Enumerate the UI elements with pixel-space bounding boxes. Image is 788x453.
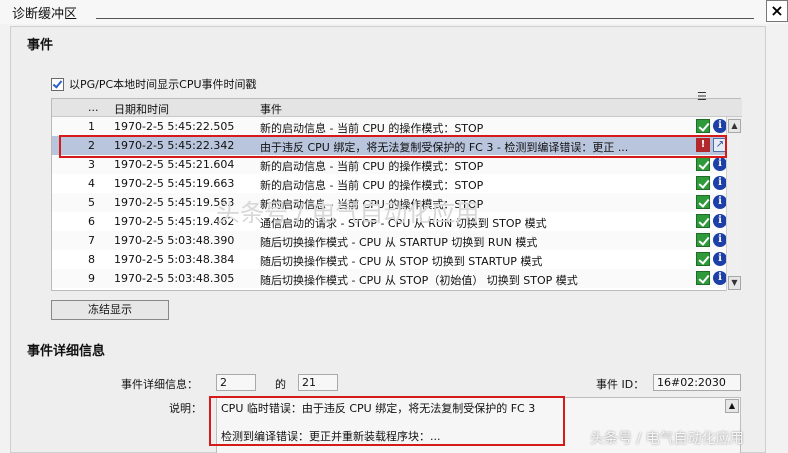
detail-index-label: 事件详细信息： [121,378,198,391]
show-local-time-label: 以PG/PC本地时间显示CPU事件时间戳 [69,78,257,91]
row-status-icons: i [696,119,727,133]
row-index: 9 [88,272,95,285]
row-event: 新的启动信息 - 当前 CPU 的操作模式：STOP [260,179,484,192]
column-header-datetime[interactable]: 日期和时间 [114,101,169,117]
row-status-icons: i [696,271,727,285]
row-status-icons: i [696,214,727,228]
of-label: 的 [275,378,286,391]
event-id-label: 事件 ID： [596,378,645,391]
description-label: 说明： [169,402,202,415]
row-datetime: 1970-2-5 5:45:21.604 [114,158,235,171]
row-event: 新的启动信息 - 当前 CPU 的操作模式：STOP [260,160,484,173]
ok-icon [696,252,710,266]
info-icon[interactable]: i [713,176,727,190]
scroll-up-button[interactable]: ▲ [728,119,741,133]
row-index: 5 [88,196,95,209]
freeze-display-button[interactable]: 冻结显示 [51,300,169,320]
table-row[interactable]: 9 1970-2-5 5:03:48.305 随后切换操作模式 - CPU 从 ST… [52,269,727,288]
column-header-index[interactable]: ... [88,101,99,114]
ok-icon [696,233,710,247]
row-datetime: 1970-2-5 5:45:22.505 [114,120,235,133]
table-row[interactable]: 7 1970-2-5 5:03:48.390 随后切换操作模式 - CPU 从 ST… [52,231,727,250]
row-event: 随后切换操作模式 - CPU 从 STOP（初始值） 切换到 STOP 模式 [260,274,578,287]
row-event: 随后切换操作模式 - CPU 从 STOP 切换到 STARTUP 模式 [260,255,543,268]
row-datetime: 1970-2-5 5:45:19.663 [114,177,235,190]
row-event: 随后切换操作模式 - CPU 从 STARTUP 切换到 RUN 模式 [260,236,538,249]
ok-icon [696,157,710,171]
details-section-title: 事件详细信息 [27,344,106,359]
description-scroll-up-button[interactable]: ▲ [725,399,739,413]
row-status-icons: i [696,252,727,266]
info-icon[interactable]: i [713,195,727,209]
row-index: 4 [88,177,95,190]
ok-icon [696,195,710,209]
info-icon[interactable]: i [713,233,727,247]
row-index: 1 [88,120,95,133]
table-row[interactable]: 4 1970-2-5 5:45:19.663 新的启动信息 - 当前 CPU 的操作… [52,174,727,193]
table-row[interactable]: 1 1970-2-5 5:45:22.505 新的启动信息 - 当前 CPU 的操作… [52,117,727,136]
title-divider [96,18,754,19]
description-highlight [209,396,565,446]
row-datetime: 1970-2-5 5:03:48.390 [114,234,235,247]
table-row[interactable]: 8 1970-2-5 5:03:48.384 随后切换操作模式 - CPU 从 ST… [52,250,727,269]
ok-icon [696,214,710,228]
row-index: 6 [88,215,95,228]
row-index: 7 [88,234,95,247]
ok-icon [696,119,710,133]
watermark-corner: 头条号 / 电气自动化应用 [590,431,744,447]
detail-total-field: 21 [298,374,338,391]
title-bar: 诊断缓冲区 [0,0,788,24]
show-local-time-option[interactable]: 以PG/PC本地时间显示CPU事件时间戳 [51,76,257,92]
window-title: 诊断缓冲区 [12,7,78,22]
diagnostic-buffer-panel: 事件 以PG/PC本地时间显示CPU事件时间戳 ... 日期和时间 事件 1 19… [10,26,766,453]
checkmark-icon [52,77,63,89]
info-icon[interactable]: i [713,157,727,171]
row-status-icons: i [696,157,727,171]
info-icon[interactable]: i [713,252,727,266]
info-icon[interactable]: i [713,214,727,228]
show-local-time-checkbox[interactable] [51,77,64,91]
row-index: 3 [88,158,95,171]
row-datetime: 1970-2-5 5:03:48.305 [114,272,235,285]
ok-icon [696,176,710,190]
events-section-title: 事件 [27,38,54,53]
info-icon[interactable]: i [713,119,727,133]
row-status-icons: i [696,233,727,247]
row-status-icons: i [696,195,727,209]
detail-index-field[interactable]: 2 [216,374,256,391]
scroll-down-button[interactable]: ▼ [728,276,741,290]
table-scrollbar[interactable]: ▲ ▼ [726,117,741,291]
close-button[interactable]: × [766,0,788,22]
info-icon[interactable]: i [713,271,727,285]
row-event: 新的启动信息 - 当前 CPU 的操作模式：STOP [260,122,484,135]
ok-icon [696,271,710,285]
event-id-field: 16#02:2030 [653,374,741,391]
watermark-center: 头条号 / 电气自动化应用 [216,199,480,227]
table-header: ... 日期和时间 事件 [52,99,742,117]
selected-row-highlight [59,135,727,158]
row-menu-icon[interactable]: ☰ [697,90,707,103]
row-status-icons: i [696,176,727,190]
row-index: 8 [88,253,95,266]
column-header-event[interactable]: 事件 [260,101,282,117]
row-datetime: 1970-2-5 5:03:48.384 [114,253,235,266]
